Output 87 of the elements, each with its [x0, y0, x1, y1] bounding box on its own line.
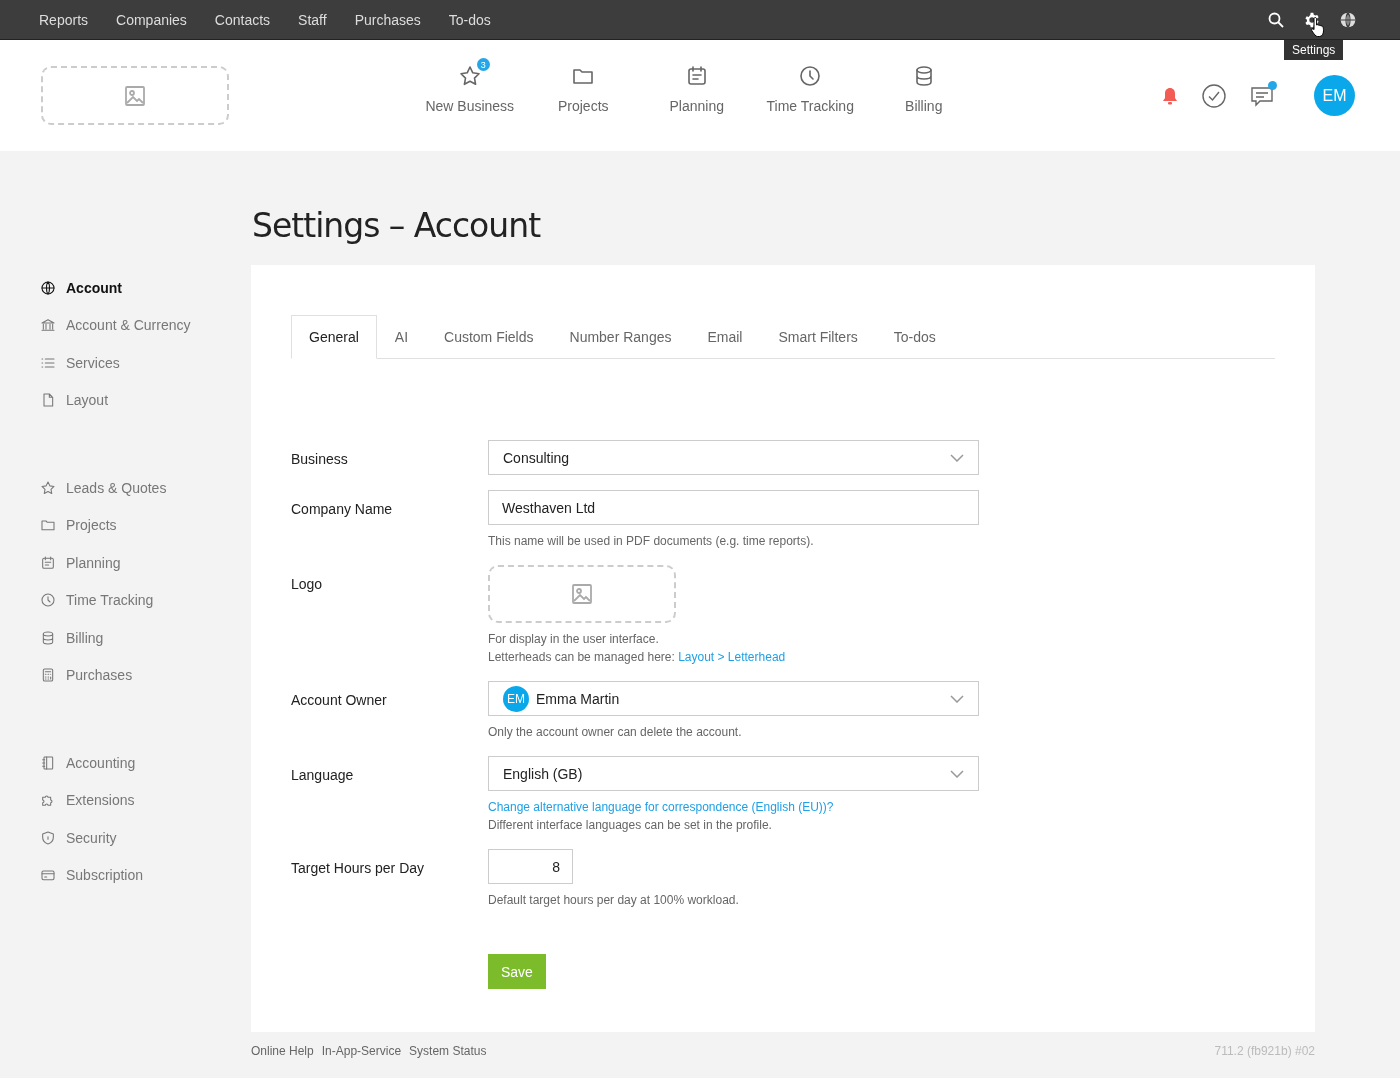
- tab[interactable]: Email: [689, 315, 761, 359]
- help-text: Letterheads can be managed here: Layout > Letterhead: [488, 649, 786, 666]
- help-text: For display in the user interface.: [488, 631, 660, 648]
- tab[interactable]: To-dos: [875, 315, 954, 359]
- input-field[interactable]: Westhaven Ltd: [488, 490, 979, 525]
- chevron-down-icon: [950, 769, 964, 778]
- footer-link[interactable]: System Status: [409, 1044, 487, 1058]
- document-icon: [40, 392, 56, 409]
- user-name: Emma Martin: [536, 690, 620, 707]
- top-menu-link[interactable]: To-dos: [448, 11, 491, 28]
- nav-label: Billing: [905, 98, 943, 114]
- check-circle-icon[interactable]: [1202, 83, 1226, 108]
- nav-label: Projects: [557, 98, 609, 114]
- field-label: Account Owner: [291, 691, 388, 710]
- pointer-cursor-icon: [1310, 15, 1326, 38]
- star-icon: [457, 64, 482, 88]
- help-text: Different interface languages can be set in the profile.: [488, 817, 773, 834]
- field-label: Language: [291, 766, 355, 785]
- globe-icon: [40, 279, 56, 296]
- help-text: This name will be used in PDF documents (e.g. time reports).: [488, 533, 815, 550]
- star-icon: [40, 479, 56, 496]
- footer-link[interactable]: Online Help: [251, 1044, 314, 1058]
- sidebar-item[interactable]: Subscription: [40, 856, 251, 894]
- nav-label: Planning: [669, 98, 724, 114]
- tab[interactable]: Custom Fields: [426, 315, 552, 359]
- sidebar-item[interactable]: Time Tracking: [40, 581, 251, 619]
- nav-item[interactable]: Billing: [867, 56, 981, 114]
- sidebar-item[interactable]: Billing: [40, 619, 251, 657]
- chevron-down-icon: [950, 694, 964, 703]
- dropdown[interactable]: EM Emma Martin: [488, 681, 979, 716]
- sidebar-item[interactable]: Purchases: [40, 656, 251, 694]
- nav-item[interactable]: Projects: [526, 56, 640, 114]
- image-icon: [570, 582, 594, 606]
- sidebar-item[interactable]: Security: [40, 819, 251, 857]
- calendar-icon: [40, 554, 56, 571]
- image-icon: [123, 83, 147, 108]
- notebook-icon: [40, 754, 56, 771]
- bank-icon: [40, 317, 56, 334]
- tab[interactable]: General: [291, 315, 377, 359]
- calculator-icon: [40, 667, 56, 684]
- user-avatar: EM: [503, 685, 529, 712]
- nav-item[interactable]: Planning: [640, 56, 754, 114]
- bell-icon[interactable]: [1162, 86, 1178, 105]
- chevron-down-icon: [950, 453, 964, 462]
- shield-icon: [40, 829, 56, 846]
- top-menu-link[interactable]: Staff: [298, 11, 327, 28]
- nav-label: New Business: [425, 98, 515, 114]
- sidebar-item[interactable]: Planning: [40, 544, 251, 582]
- top-menu-link[interactable]: Purchases: [354, 11, 421, 28]
- sidebar-item[interactable]: Leads & Quotes: [40, 469, 251, 507]
- sidebar-item[interactable]: Account & Currency: [40, 306, 251, 344]
- version-text: 711.2 (fb921b) #02: [1214, 1044, 1315, 1058]
- dropdown[interactable]: English (GB): [488, 756, 979, 791]
- field-label: Company Name: [291, 500, 394, 519]
- globe-icon[interactable]: [1340, 11, 1356, 28]
- sidebar-item[interactable]: Account: [40, 269, 251, 307]
- nav-item[interactable]: Time Tracking: [753, 56, 867, 114]
- field-label: Logo: [291, 575, 324, 594]
- sidebar-item[interactable]: Services: [40, 344, 251, 382]
- help-text: Default target hours per day at 100% workload.: [488, 892, 739, 909]
- nav-label: Time Tracking: [766, 98, 854, 114]
- tab[interactable]: Number Ranges: [551, 315, 690, 359]
- page-title: Settings – Account: [252, 206, 542, 245]
- top-menu-link[interactable]: Reports: [39, 11, 89, 28]
- dropdown[interactable]: Consulting: [488, 440, 979, 475]
- footer-link[interactable]: In-App-Service: [321, 1044, 402, 1058]
- field-label: Target Hours per Day: [291, 859, 426, 878]
- sidebar-item[interactable]: Projects: [40, 506, 251, 544]
- top-menu-link[interactable]: Contacts: [214, 11, 271, 28]
- field-label: Business: [291, 450, 349, 469]
- input-field[interactable]: 8: [488, 849, 573, 884]
- sidebar-item[interactable]: Accounting: [40, 744, 251, 782]
- clock-icon: [798, 64, 823, 88]
- sidebar-item[interactable]: Layout: [40, 381, 251, 419]
- puzzle-icon: [40, 792, 56, 809]
- search-icon[interactable]: [1268, 11, 1284, 28]
- clock-icon: [40, 592, 56, 609]
- database-icon: [40, 629, 56, 646]
- link[interactable]: Change alternative language for correspondence (English (EU))?: [488, 798, 979, 816]
- tab[interactable]: Smart Filters: [760, 315, 876, 359]
- top-menu-link[interactable]: Companies: [116, 11, 187, 28]
- sidebar-item[interactable]: Extensions: [40, 781, 251, 819]
- tooltip: Settings: [1284, 39, 1344, 60]
- nav-item[interactable]: 3 New Business: [413, 56, 527, 114]
- tab[interactable]: AI: [376, 315, 427, 359]
- count-badge: 3: [476, 58, 490, 71]
- help-text: Only the account owner can delete the account.: [488, 724, 743, 741]
